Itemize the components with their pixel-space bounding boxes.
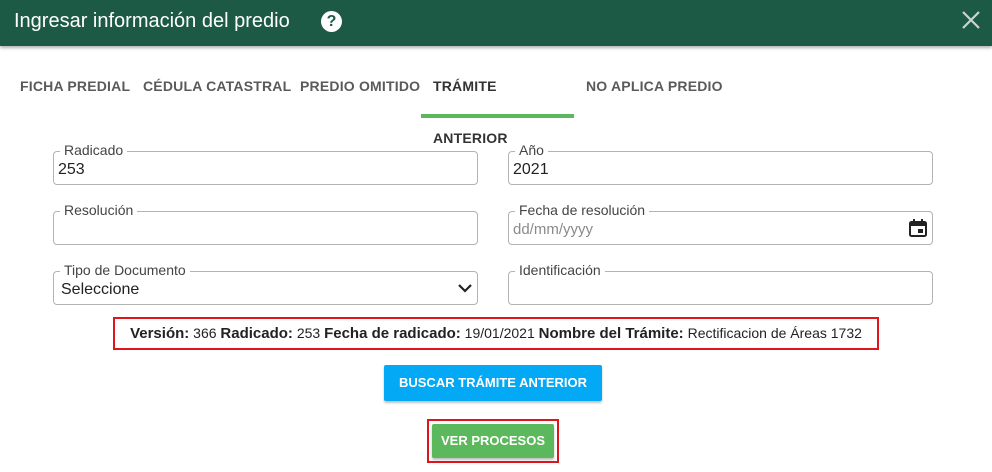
tab-ficha-predial[interactable]: FICHA PREDIAL xyxy=(8,60,142,118)
version-value: 366 xyxy=(193,325,217,341)
identificacion-field[interactable]: Identificación xyxy=(508,262,933,305)
tramite-info-box: Versión: 366 Radicado: 253 Fecha de radi… xyxy=(113,317,879,350)
dialog-title: Ingresar información del predio xyxy=(14,10,290,32)
nombre-tramite-value: Rectificacion de Áreas 1732 xyxy=(687,325,862,341)
tab-cedula-catastral[interactable]: CÉDULA CATASTRAL xyxy=(131,60,303,118)
tab-no-aplica-predio[interactable]: NO APLICA PREDIO xyxy=(574,60,735,118)
anio-label: Año xyxy=(515,142,548,158)
nombre-tramite-label: Nombre del Trámite: xyxy=(538,325,684,342)
tab-tramite-anterior[interactable]: TRÁMITE ANTERIOR xyxy=(421,60,574,146)
resolucion-label: Resolución xyxy=(60,202,138,218)
fecha-resolucion-field[interactable]: Fecha de resolución dd/mm/yyyy xyxy=(508,202,933,245)
calendar-icon[interactable] xyxy=(908,218,928,238)
fecha-resolucion-input[interactable]: dd/mm/yyyy xyxy=(513,221,593,239)
tab-predio-omitido[interactable]: PREDIO OMITIDO xyxy=(288,60,432,118)
tipo-documento-label: Tipo de Documento xyxy=(60,262,190,278)
ver-procesos-highlight: VER PROCESOS xyxy=(427,419,559,463)
fecha-radicado-label: Fecha de radicado: xyxy=(324,325,461,342)
radicado-input[interactable]: 253 xyxy=(58,161,85,179)
tipo-documento-select[interactable]: Tipo de Documento Seleccione xyxy=(53,262,478,305)
fecha-radicado-value: 19/01/2021 xyxy=(464,325,535,341)
resolucion-field[interactable]: Resolución xyxy=(53,202,478,245)
anio-input[interactable]: 2021 xyxy=(513,161,549,179)
anio-field[interactable]: Año 2021 xyxy=(508,142,933,185)
tipo-documento-value[interactable]: Seleccione xyxy=(61,281,139,299)
radicado-field[interactable]: Radicado 253 xyxy=(53,142,478,185)
close-icon[interactable] xyxy=(958,7,984,33)
ver-procesos-button[interactable]: VER PROCESOS xyxy=(432,424,554,458)
tab-bar: FICHA PREDIAL CÉDULA CATASTRAL PREDIO OM… xyxy=(0,60,992,146)
info-radicado-value: 253 xyxy=(296,325,321,341)
help-icon[interactable]: ? xyxy=(321,11,342,32)
version-label: Versión: xyxy=(130,325,190,342)
info-radicado-label: Radicado: xyxy=(220,325,293,342)
dialog-header: Ingresar información del predio ? xyxy=(0,0,992,46)
chevron-down-icon[interactable] xyxy=(457,280,473,296)
radicado-label: Radicado xyxy=(60,142,128,158)
buscar-tramite-button[interactable]: BUSCAR TRÁMITE ANTERIOR xyxy=(384,365,602,401)
identificacion-label: Identificación xyxy=(515,262,605,278)
fecha-resolucion-label: Fecha de resolución xyxy=(515,202,650,218)
